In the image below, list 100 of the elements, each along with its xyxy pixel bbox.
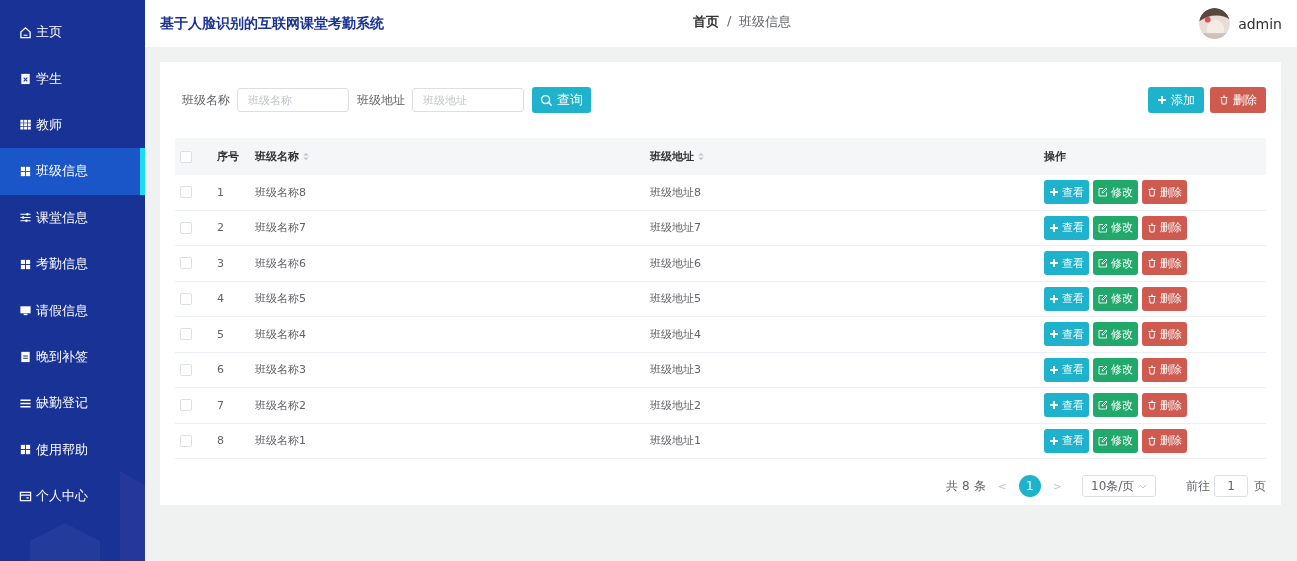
plus-icon <box>1049 364 1059 375</box>
page-button[interactable]: 1 <box>1018 475 1041 497</box>
add-button[interactable]: 添加 <box>1148 87 1204 113</box>
table-cell: 5 <box>217 327 224 341</box>
table-cell: 7 <box>217 398 224 412</box>
table-cell: 1 <box>217 185 224 199</box>
sidebar-item[interactable]: 课堂信息 <box>0 194 145 241</box>
table-cell: 班级地址4 <box>650 327 701 341</box>
checkbox[interactable] <box>180 292 192 305</box>
view-button[interactable]: 查看 <box>1044 251 1089 276</box>
sidebar-item[interactable]: 班级信息 <box>0 148 145 195</box>
view-button[interactable]: 查看 <box>1044 393 1089 418</box>
table-cell: 班级地址5 <box>650 292 701 306</box>
table-cell: 6 <box>217 363 224 377</box>
delete-button[interactable]: 删除 <box>1142 180 1187 205</box>
column-header[interactable]: 班级地址 <box>650 149 694 164</box>
breadcrumb-current: 班级信息 <box>739 13 792 31</box>
field-label: 班级地址 <box>357 91 405 109</box>
username[interactable]: admin <box>1238 15 1282 32</box>
plus-icon <box>1049 435 1059 446</box>
plus-icon <box>1049 222 1059 233</box>
table-cell: 班级地址7 <box>650 221 701 235</box>
sidebar-item[interactable]: 主页 <box>0 9 145 56</box>
delete-button[interactable]: 删除 <box>1142 428 1187 453</box>
checkbox[interactable] <box>180 257 192 270</box>
sidebar-item[interactable]: 教师 <box>0 101 145 149</box>
plus-icon <box>1049 258 1059 269</box>
card-icon <box>19 489 32 503</box>
edit-button[interactable]: 修改 <box>1093 286 1138 311</box>
table-cell: 班级名称8 <box>255 185 306 199</box>
sort-icon[interactable] <box>697 151 705 162</box>
checkbox[interactable] <box>180 186 192 199</box>
delete-button[interactable]: 删除 <box>1210 87 1266 113</box>
edit-button[interactable]: 修改 <box>1093 322 1138 347</box>
checkbox[interactable] <box>180 150 192 163</box>
checkbox[interactable] <box>180 434 192 447</box>
edit-icon <box>1098 222 1108 233</box>
view-button[interactable]: 查看 <box>1044 215 1089 240</box>
trash-icon <box>1147 293 1157 304</box>
checkbox[interactable] <box>180 399 192 412</box>
table-cell: 班级地址8 <box>650 185 701 199</box>
table-cell: 2 <box>217 221 224 235</box>
edit-button[interactable]: 修改 <box>1093 393 1138 418</box>
sidebar-item[interactable]: 使用帮助 <box>0 426 145 473</box>
table-cell: 班级名称7 <box>255 221 306 235</box>
edit-icon <box>1098 293 1108 304</box>
column-header[interactable]: 班级名称 <box>255 149 299 164</box>
edit-icon <box>1098 400 1108 411</box>
checkbox[interactable] <box>180 221 192 234</box>
plus-icon <box>1157 95 1167 105</box>
search-button[interactable]: 查询 <box>532 87 591 113</box>
table-cell: 班级名称5 <box>255 292 306 306</box>
app-title: 基于人脸识别的互联网课堂考勤系统 <box>160 14 384 33</box>
view-button[interactable]: 查看 <box>1044 428 1089 453</box>
table-cell: 3 <box>217 256 224 270</box>
sidebar-item[interactable]: 考勤信息 <box>0 240 145 288</box>
edit-icon <box>1098 187 1108 198</box>
sidebar-item[interactable]: 个人中心 <box>0 472 145 520</box>
edit-button[interactable]: 修改 <box>1093 428 1138 453</box>
sidebar-item[interactable]: 晚到补签 <box>0 333 145 381</box>
view-button[interactable]: 查看 <box>1044 357 1089 382</box>
sort-icon[interactable] <box>302 151 310 162</box>
column-header: 序号 <box>217 150 239 163</box>
breadcrumb-separator: / <box>727 13 732 30</box>
table-cell: 4 <box>217 292 224 306</box>
total-count: 共 8 条 <box>946 477 986 495</box>
delete-button[interactable]: 删除 <box>1142 286 1187 311</box>
edit-icon <box>1098 364 1108 375</box>
table-cell: 班级名称2 <box>255 398 306 412</box>
table-cell: 8 <box>217 434 224 448</box>
delete-button[interactable]: 删除 <box>1142 393 1187 418</box>
edit-button[interactable]: 修改 <box>1093 180 1138 205</box>
sidebar-item[interactable]: 请假信息 <box>0 287 145 334</box>
monitor-icon <box>19 304 32 318</box>
page-size-select[interactable]: 10条/页 <box>1082 475 1156 497</box>
sidebar-item[interactable]: 缺勤登记 <box>0 380 145 427</box>
breadcrumb-link[interactable]: 首页 <box>693 13 719 31</box>
delete-button[interactable]: 删除 <box>1142 215 1187 240</box>
delete-button[interactable]: 删除 <box>1142 357 1187 382</box>
view-button[interactable]: 查看 <box>1044 286 1089 311</box>
checkbox[interactable] <box>180 328 192 341</box>
trash-icon <box>1147 258 1157 269</box>
table-cell: 班级地址3 <box>650 363 701 377</box>
view-button[interactable]: 查看 <box>1044 322 1089 347</box>
edit-button[interactable]: 修改 <box>1093 215 1138 240</box>
trash-icon <box>1147 364 1157 375</box>
search-icon <box>540 93 553 107</box>
delete-button[interactable]: 删除 <box>1142 322 1187 347</box>
table-cell: 班级名称1 <box>255 434 306 448</box>
table-cell: 班级名称4 <box>255 327 306 341</box>
checkbox[interactable] <box>180 363 192 376</box>
grid-icon <box>19 257 32 271</box>
sidebar-item[interactable]: 学生 <box>0 55 145 102</box>
table-cell: 班级地址1 <box>650 434 701 448</box>
edit-button[interactable]: 修改 <box>1093 251 1138 276</box>
edit-button[interactable]: 修改 <box>1093 357 1138 382</box>
delete-button[interactable]: 删除 <box>1142 251 1187 276</box>
view-button[interactable]: 查看 <box>1044 180 1089 205</box>
clipboard-icon <box>19 72 32 86</box>
page-input[interactable]: 1 <box>1214 475 1248 497</box>
